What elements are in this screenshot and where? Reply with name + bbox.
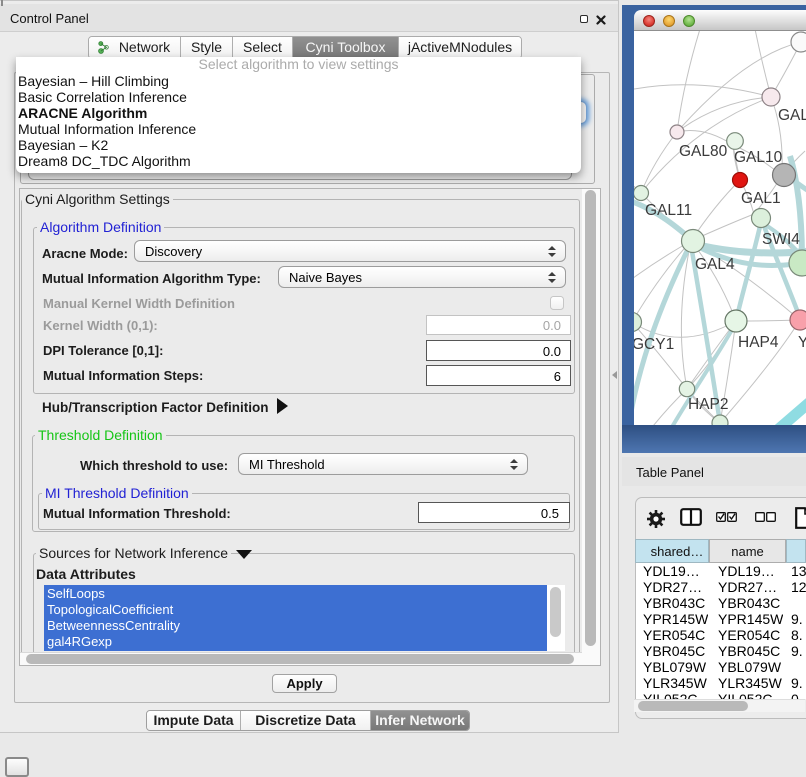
svg-text:GAL11: GAL11	[645, 202, 692, 219]
svg-text:GAL: GAL	[778, 107, 806, 124]
svg-text:GAL80: GAL80	[679, 143, 728, 160]
svg-text:HAP4: HAP4	[738, 334, 779, 351]
svg-text:HAP2: HAP2	[688, 396, 729, 413]
svg-text:SWI4: SWI4	[762, 231, 800, 248]
svg-text:GCY1: GCY1	[634, 336, 674, 353]
svg-text:GAL1: GAL1	[741, 190, 781, 207]
svg-text:GAL4: GAL4	[695, 256, 735, 273]
svg-text:Y: Y	[798, 334, 806, 351]
svg-text:GAL10: GAL10	[734, 149, 783, 166]
